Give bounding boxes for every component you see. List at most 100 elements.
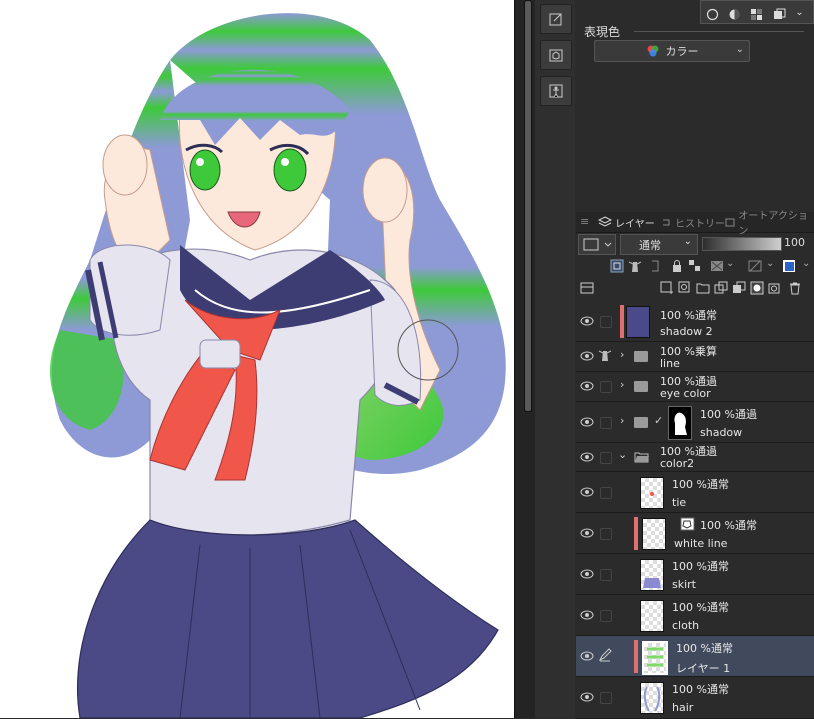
ruler-icon[interactable] (748, 259, 762, 273)
eye-icon[interactable] (580, 528, 594, 538)
folder-icon (634, 417, 648, 428)
layer-row-cloth[interactable]: 100 %通常 cloth (576, 595, 814, 636)
new-raster-layer-icon[interactable] (660, 281, 674, 295)
layer-color-mode-button[interactable] (578, 234, 616, 255)
eye-icon[interactable] (580, 452, 594, 462)
figure-icon (549, 84, 563, 98)
delete-layer-icon[interactable] (788, 281, 802, 295)
eye-icon[interactable] (580, 487, 594, 497)
chevron-down-icon[interactable]: ⌄ (802, 258, 810, 269)
layer-name: line (660, 357, 680, 370)
edit-icon (549, 13, 562, 26)
edit-icon-button[interactable] (540, 4, 572, 34)
layer-thumbnail (642, 518, 666, 550)
new-vector-layer-icon[interactable] (678, 281, 692, 295)
layer-row-white-line[interactable]: 100 %通常 white line (576, 513, 814, 554)
check-icon[interactable]: ✓ (654, 414, 663, 427)
half-circle-icon[interactable] (728, 6, 741, 19)
chevron-down-icon[interactable]: ⌄ (618, 448, 627, 461)
divider (634, 31, 804, 32)
create-mask-icon[interactable] (750, 281, 764, 295)
layer-row-layer-1[interactable]: 100 %通常 レイヤー 1 (576, 636, 814, 677)
right-panel: ⌄ 表現色 カラー ⌄ ≡ レイヤー ヒストリー オートアクション 通常 ⌄ 1… (576, 0, 814, 719)
layer-mask-thumbnail (668, 406, 692, 440)
color-palette-icon (647, 45, 658, 57)
tab-auto-action[interactable]: オートアクション (724, 211, 814, 237)
expression-color-label: 表現色 (584, 25, 621, 39)
chevron-right-icon[interactable]: › (620, 348, 624, 361)
layer-row-color2[interactable]: ⌄ 100 %通過 color2 (576, 443, 814, 472)
lighthouse-icon[interactable] (628, 259, 642, 273)
circle-icon[interactable] (706, 6, 719, 20)
chevron-down-icon[interactable]: ⌄ (795, 6, 808, 19)
eye-icon[interactable] (580, 351, 594, 361)
layer-lock-toggle[interactable] (600, 452, 612, 464)
chevron-down-icon: ⌄ (735, 44, 744, 55)
tab-label: ヒストリー (675, 218, 725, 230)
layer-list-icon[interactable] (580, 281, 594, 295)
tab-layer[interactable]: レイヤー (598, 212, 655, 232)
transfer-down-icon[interactable] (714, 281, 728, 295)
layer-lock-toggle[interactable] (600, 528, 612, 540)
auto-action-icon (725, 218, 735, 227)
layer-row-eye-color[interactable]: › 100 %通過 eye color (576, 372, 814, 402)
layer-row-tie[interactable]: 100 %通常 tie (576, 472, 814, 513)
chevron-right-icon[interactable]: › (620, 414, 624, 427)
chevron-down-icon[interactable]: ⌄ (726, 258, 734, 269)
layer-opacity-mode: 100 %通常 (672, 478, 729, 491)
lock-icon[interactable] (670, 259, 684, 273)
expression-color-select[interactable]: カラー ⌄ (594, 40, 750, 62)
eye-icon[interactable] (580, 692, 594, 702)
menu-icon[interactable]: ≡ (580, 215, 589, 228)
layer-color-icon[interactable] (782, 259, 796, 273)
eye-icon[interactable] (580, 316, 594, 326)
layer-name: color2 (660, 457, 695, 470)
layer-property-bar: 通常 ⌄ 100 (576, 233, 814, 255)
layer-row-hair[interactable]: 100 %通常 hair (576, 677, 814, 719)
checker-icon[interactable] (750, 6, 763, 20)
layer-lock-toggle[interactable] (600, 692, 612, 704)
opacity-slider[interactable] (702, 237, 782, 251)
new-folder-icon[interactable] (696, 281, 710, 295)
mask-icon[interactable] (710, 259, 724, 273)
layer-lock-toggle[interactable] (600, 569, 612, 581)
drawing-canvas[interactable] (0, 0, 514, 718)
layer-opacity-mode: 100 %通常 (672, 601, 729, 614)
figure-icon-button[interactable] (540, 76, 572, 106)
layer-row-skirt[interactable]: 100 %通常 skirt (576, 554, 814, 595)
layer-lock-toggle[interactable] (600, 316, 612, 328)
canvas-scrollbar[interactable] (514, 0, 535, 718)
copy-icon[interactable] (773, 6, 786, 19)
cube-icon-button[interactable] (540, 40, 572, 70)
reference-layer-icon[interactable] (610, 259, 624, 273)
apply-mask-icon[interactable] (768, 281, 782, 295)
eye-icon[interactable] (580, 417, 594, 427)
scrollbar-thumb[interactable] (524, 0, 532, 412)
combine-down-icon[interactable] (732, 281, 746, 295)
opacity-value[interactable]: 100 (784, 236, 805, 249)
pen-icon[interactable] (598, 648, 612, 662)
eye-icon[interactable] (580, 381, 594, 391)
expression-color-value: カラー (665, 45, 699, 58)
lighthouse-icon[interactable] (598, 348, 612, 362)
layers-icon (598, 216, 612, 227)
layer-row-shadow[interactable]: › ✓ 100 %通過 shadow (576, 402, 814, 443)
eye-icon[interactable] (580, 651, 594, 661)
layer-lock-toggle[interactable] (600, 381, 612, 393)
chevron-down-icon[interactable]: ⌄ (766, 258, 774, 269)
lock-transparent-icon[interactable] (688, 259, 702, 273)
blend-mode-select[interactable]: 通常 ⌄ (620, 234, 698, 255)
eye-icon[interactable] (580, 610, 594, 620)
sub-tool-column (535, 0, 575, 718)
layer-color-mark (634, 517, 638, 550)
layer-lock-toggle[interactable] (600, 487, 612, 499)
eye-icon[interactable] (580, 569, 594, 579)
tab-history[interactable]: ヒストリー (660, 212, 725, 232)
layer-row-line[interactable]: › 100 %乗算 line (576, 342, 814, 372)
layer-row-shadow-2[interactable]: 100 %通常 shadow 2 (576, 301, 814, 342)
layer-lock-toggle[interactable] (600, 417, 612, 429)
layer-lock-toggle[interactable] (600, 610, 612, 622)
chevron-right-icon[interactable]: › (620, 378, 624, 391)
folder-icon (634, 381, 648, 392)
clip-icon[interactable] (648, 259, 662, 273)
